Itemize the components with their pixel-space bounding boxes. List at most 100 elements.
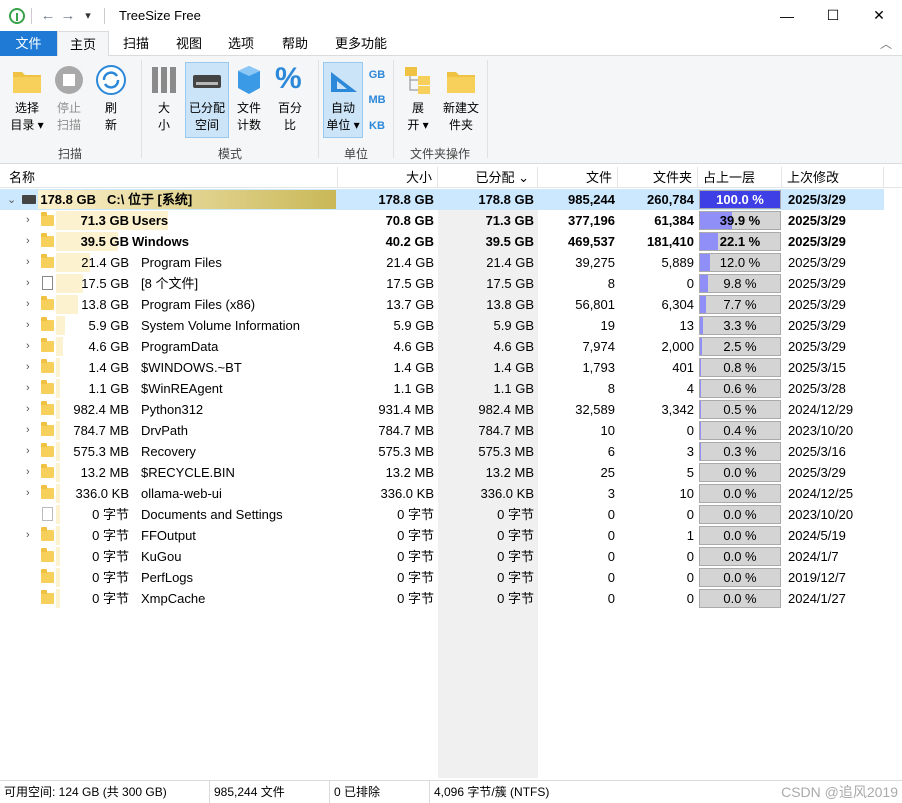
tab-help[interactable]: 帮助 <box>272 31 318 56</box>
column-header-percent[interactable]: 占上一层 %... <box>698 167 782 188</box>
files-cell: 39,275 <box>538 252 615 273</box>
table-row[interactable]: ›575.3 MBRecovery575.3 MB575.3 MB630.3 %… <box>0 441 884 462</box>
size-cell: 5.9 GB <box>338 315 434 336</box>
tab-more-features[interactable]: 更多功能 <box>326 31 396 56</box>
group-label-folder-ops: 文件夹操作 <box>394 145 486 162</box>
select-directory-button[interactable]: 选择 目录 ▾ <box>6 62 48 142</box>
folders-cell: 0 <box>618 567 694 588</box>
minimize-button[interactable]: — <box>764 0 810 31</box>
auto-unit-button[interactable]: 自动 单位 ▾ <box>323 62 363 138</box>
unit-gb-button[interactable]: GB <box>367 67 387 84</box>
allocated-cell: 0 字节 <box>438 525 534 546</box>
modified-cell: 2025/3/29 <box>788 273 846 294</box>
stop-label-2: 扫描 <box>50 117 88 134</box>
table-row[interactable]: ›982.4 MBPython312931.4 MB982.4 MB32,589… <box>0 399 884 420</box>
expand-toggle-icon[interactable]: ⌄ <box>7 193 16 206</box>
table-row[interactable]: ⌄178.8 GBC:\ 位于 [系统]178.8 GB178.8 GB985,… <box>0 189 884 210</box>
table-row[interactable]: ›71.3 GBUsers70.8 GB71.3 GB377,19661,384… <box>0 210 884 231</box>
table-row[interactable]: ›13.8 GBProgram Files (x86)13.7 GB13.8 G… <box>0 294 884 315</box>
column-header-size[interactable]: 大小 <box>338 167 438 188</box>
modified-cell: 2023/10/20 <box>788 420 853 441</box>
item-name: PerfLogs <box>141 567 193 588</box>
table-row[interactable]: ›4.6 GBProgramData4.6 GB4.6 GB7,9742,000… <box>0 336 884 357</box>
table-row[interactable]: ›21.4 GBProgram Files21.4 GB21.4 GB39,27… <box>0 252 884 273</box>
expand-button[interactable]: 展 开 ▾ <box>398 62 438 142</box>
back-icon[interactable]: ← <box>38 7 58 24</box>
quick-access-dropdown-icon[interactable]: ▾ <box>78 9 98 22</box>
column-header-folders[interactable]: 文件夹 <box>618 167 698 188</box>
stop-scan-button[interactable]: 停止 扫描 <box>50 62 88 142</box>
folders-cell: 13 <box>618 315 694 336</box>
expand-toggle-icon[interactable]: › <box>26 319 30 331</box>
stop-label: 停止 <box>50 100 88 117</box>
table-row[interactable]: ›336.0 KBollama-web-ui336.0 KB336.0 KB31… <box>0 483 884 504</box>
collapse-ribbon-icon[interactable]: ︿ <box>880 35 892 52</box>
table-row[interactable]: ›0 字节FFOutput0 字节0 字节010.0 %2024/5/19 <box>0 525 884 546</box>
ribbon-tabs: 文件 主页 扫描 视图 选项 帮助 更多功能 ︿ <box>0 31 902 56</box>
files-cell: 377,196 <box>538 210 615 231</box>
app-icon <box>9 8 25 24</box>
size-label: 336.0 KB <box>56 483 129 504</box>
auto-unit-label: 自动 <box>324 100 362 117</box>
files-cell: 32,589 <box>538 399 615 420</box>
folders-cell: 0 <box>618 420 694 441</box>
expand-toggle-icon[interactable]: › <box>26 529 30 541</box>
percent-text: 0.0 % <box>700 548 780 565</box>
forward-icon[interactable]: → <box>58 7 78 24</box>
refresh-label-2: 新 <box>92 117 130 134</box>
tab-options[interactable]: 选项 <box>218 31 264 56</box>
expand-toggle-icon[interactable]: › <box>26 403 30 415</box>
size-label: 178.8 GB <box>38 189 96 210</box>
window-title: TreeSize Free <box>119 8 201 23</box>
expand-toggle-icon[interactable]: › <box>26 361 30 373</box>
unit-mb-button[interactable]: MB <box>367 92 387 109</box>
table-row[interactable]: ›17.5 GB[8 个文件]17.5 GB17.5 GB809.8 %2025… <box>0 273 884 294</box>
folder-icon <box>41 404 54 415</box>
expand-toggle-icon[interactable]: › <box>26 382 30 394</box>
percent-bar: 3.3 % <box>699 316 781 335</box>
table-row[interactable]: ›1.4 GB$WINDOWS.~BT1.4 GB1.4 GB1,7934010… <box>0 357 884 378</box>
expand-toggle-icon[interactable]: › <box>26 340 30 352</box>
tab-file[interactable]: 文件 <box>0 31 57 56</box>
column-header-allocated[interactable]: 已分配 ⌄ <box>438 167 538 188</box>
percent-bar: 7.7 % <box>699 295 781 314</box>
table-row[interactable]: 0 字节Documents and Settings0 字节0 字节000.0 … <box>0 504 884 525</box>
tab-home[interactable]: 主页 <box>57 31 109 57</box>
tab-view[interactable]: 视图 <box>166 31 212 56</box>
tab-scan[interactable]: 扫描 <box>112 31 160 56</box>
expand-toggle-icon[interactable]: › <box>26 256 30 268</box>
new-folder-button[interactable]: 新建文 件夹 <box>440 62 482 142</box>
size-label: 39.5 GB <box>56 231 129 252</box>
expand-toggle-icon[interactable]: › <box>26 445 30 457</box>
expand-toggle-icon[interactable]: › <box>26 466 30 478</box>
unit-kb-button[interactable]: KB <box>367 118 387 135</box>
percent-bar: 0.0 % <box>699 589 781 608</box>
column-header-name[interactable]: 名称 <box>0 167 338 188</box>
refresh-button[interactable]: 刷 新 <box>92 62 130 142</box>
column-header-files[interactable]: 文件 <box>538 167 618 188</box>
mode-percent-button[interactable]: % 百分 比 <box>271 62 309 142</box>
table-row[interactable]: ›39.5 GBWindows40.2 GB39.5 GB469,537181,… <box>0 231 884 252</box>
percent-bar: 0.0 % <box>699 526 781 545</box>
expand-toggle-icon[interactable]: › <box>26 298 30 310</box>
item-name: FFOutput <box>141 525 196 546</box>
table-row[interactable]: ›13.2 MB$RECYCLE.BIN13.2 MB13.2 MB2550.0… <box>0 462 884 483</box>
expand-toggle-icon[interactable]: › <box>26 277 30 289</box>
column-header-modified[interactable]: 上次修改 <box>782 167 884 188</box>
table-row[interactable]: ›1.1 GB$WinREAgent1.1 GB1.1 GB840.6 %202… <box>0 378 884 399</box>
expand-toggle-icon[interactable]: › <box>26 424 30 436</box>
table-row[interactable]: ›784.7 MBDrvPath784.7 MB784.7 MB1000.4 %… <box>0 420 884 441</box>
table-row[interactable]: 0 字节KuGou0 字节0 字节000.0 %2024/1/7 <box>0 546 884 567</box>
mode-allocated-button[interactable]: 已分配 空间 <box>185 62 229 138</box>
mode-filecount-button[interactable]: 文件 计数 <box>231 62 267 142</box>
close-button[interactable]: ✕ <box>856 0 902 31</box>
mode-size-button[interactable]: 大 小 <box>146 62 182 142</box>
maximize-button[interactable]: ☐ <box>810 0 856 31</box>
table-row[interactable]: ›5.9 GBSystem Volume Information5.9 GB5.… <box>0 315 884 336</box>
size-label: 1.4 GB <box>56 357 129 378</box>
expand-toggle-icon[interactable]: › <box>26 235 30 247</box>
expand-toggle-icon[interactable]: › <box>26 214 30 226</box>
table-row[interactable]: 0 字节XmpCache0 字节0 字节000.0 %2024/1/27 <box>0 588 884 609</box>
expand-toggle-icon[interactable]: › <box>26 487 30 499</box>
table-row[interactable]: 0 字节PerfLogs0 字节0 字节000.0 %2019/12/7 <box>0 567 884 588</box>
